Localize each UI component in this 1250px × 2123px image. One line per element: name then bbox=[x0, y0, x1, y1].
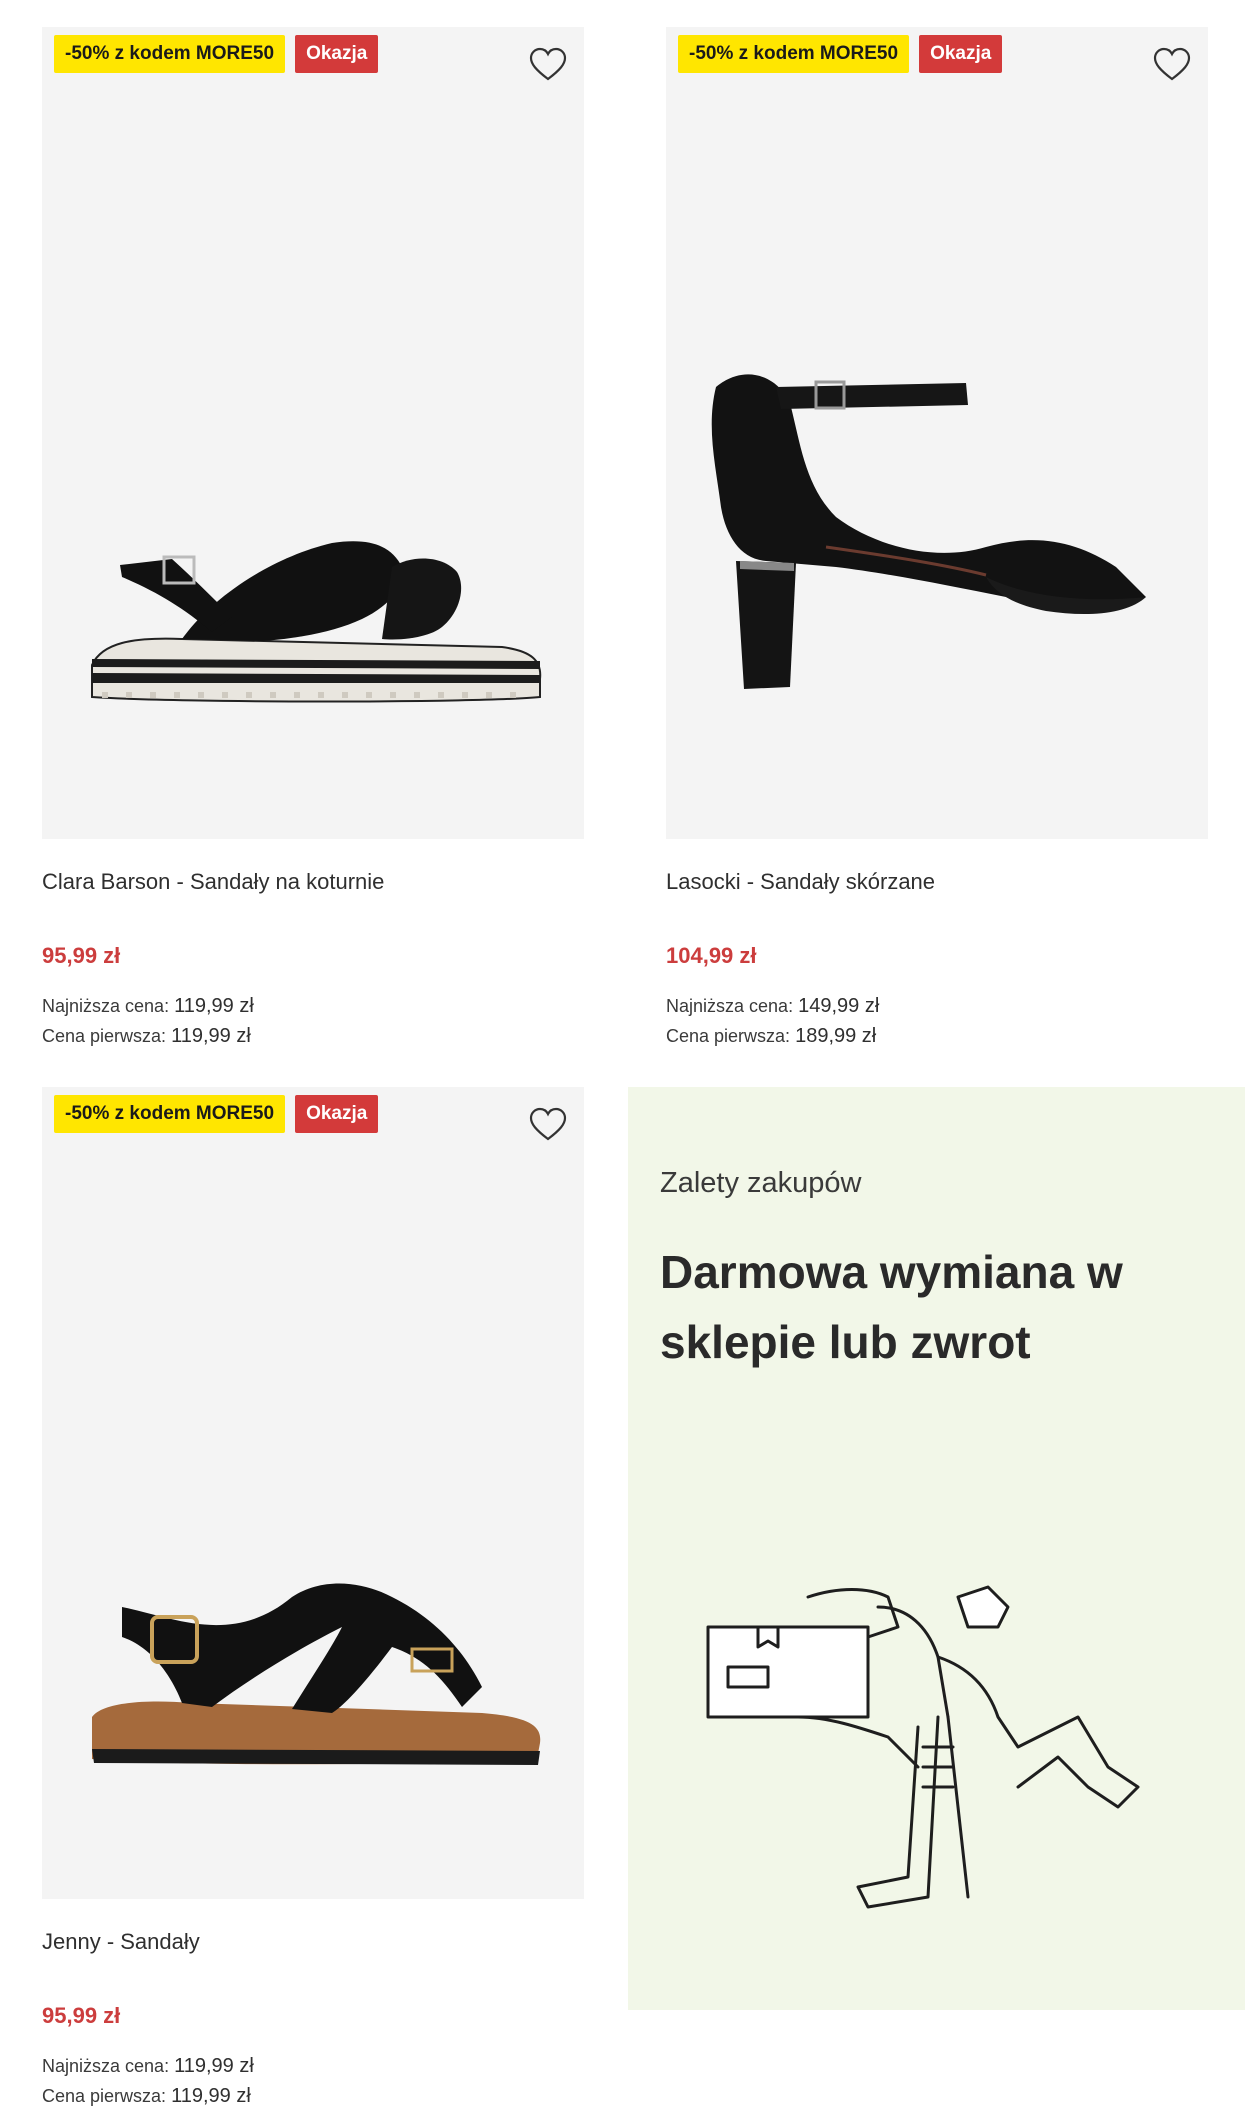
product-price: 104,99 zł bbox=[666, 943, 757, 968]
lowest-price-row: Najniższa cena: 119,99 zł bbox=[42, 995, 254, 1018]
promo-badge: -50% z kodem MORE50 bbox=[54, 1095, 286, 1133]
heart-icon[interactable] bbox=[528, 45, 568, 85]
product-card[interactable]: -50% z kodem MORE50 Okazja Jenny - Sanda… bbox=[42, 1087, 584, 2117]
product-name[interactable]: Clara Barson - Sandały na koturnie bbox=[42, 869, 384, 895]
lowest-price-row: Najniższa cena: 149,99 zł bbox=[666, 995, 879, 1018]
lowest-price-value: 119,99 zł bbox=[174, 995, 254, 1017]
lowest-price-label: Najniższa cena: bbox=[42, 2056, 170, 2076]
first-price-value: 119,99 zł bbox=[171, 1025, 251, 1047]
banner-title: Darmowa wymiana w sklepie lub zwrot bbox=[660, 1246, 1123, 1368]
product-card[interactable]: -50% z kodem MORE50 Okazja Lasocki - San… bbox=[666, 27, 1208, 1057]
banner-subtitle: Zalety zakupów bbox=[660, 1167, 862, 1199]
deal-badge: Okazja bbox=[295, 35, 379, 73]
first-price-value: 119,99 zł bbox=[171, 2085, 251, 2107]
product-name[interactable]: Lasocki - Sandały skórzane bbox=[666, 869, 935, 895]
lowest-price-label: Najniższa cena: bbox=[42, 996, 170, 1016]
heart-icon[interactable] bbox=[528, 1105, 568, 1145]
first-price-value: 189,99 zł bbox=[795, 1025, 877, 1047]
lowest-price-value: 149,99 zł bbox=[798, 995, 880, 1017]
first-price-row: Cena pierwsza: 189,99 zł bbox=[666, 1025, 876, 1048]
benefits-banner[interactable]: Zalety zakupów Darmowa wymiana w sklepie… bbox=[628, 1087, 1245, 2010]
cork-sandal-image bbox=[92, 1583, 541, 1765]
wedge-sandal-image bbox=[91, 541, 542, 703]
first-price-row: Cena pierwsza: 119,99 zł bbox=[42, 2085, 251, 2108]
product-name[interactable]: Jenny - Sandały bbox=[42, 1929, 200, 1955]
first-price-row: Cena pierwsza: 119,99 zł bbox=[42, 1025, 251, 1048]
deal-badge: Okazja bbox=[295, 1095, 379, 1133]
product-image[interactable]: -50% z kodem MORE50 Okazja bbox=[42, 1087, 584, 1899]
product-image[interactable]: -50% z kodem MORE50 Okazja bbox=[666, 27, 1208, 839]
promo-badge: -50% z kodem MORE50 bbox=[678, 35, 910, 73]
lowest-price-label: Najniższa cena: bbox=[666, 996, 794, 1016]
promo-badge: -50% z kodem MORE50 bbox=[54, 35, 286, 73]
first-price-label: Cena pierwsza: bbox=[666, 1026, 791, 1046]
first-price-label: Cena pierwsza: bbox=[42, 1026, 167, 1046]
lowest-price-row: Najniższa cena: 119,99 zł bbox=[42, 2055, 254, 2078]
product-image[interactable]: -50% z kodem MORE50 Okazja bbox=[42, 27, 584, 839]
courier-illustration bbox=[706, 1585, 1140, 1909]
heart-icon[interactable] bbox=[1152, 45, 1192, 85]
product-card[interactable]: -50% z kodem MORE50 Okazja Clara Barson … bbox=[42, 27, 584, 1057]
product-price: 95,99 zł bbox=[42, 943, 121, 968]
heeled-sandal-image bbox=[711, 374, 1146, 689]
lowest-price-value: 119,99 zł bbox=[174, 2055, 254, 2077]
deal-badge: Okazja bbox=[919, 35, 1003, 73]
first-price-label: Cena pierwsza: bbox=[42, 2086, 167, 2106]
product-price: 95,99 zł bbox=[42, 2003, 121, 2028]
